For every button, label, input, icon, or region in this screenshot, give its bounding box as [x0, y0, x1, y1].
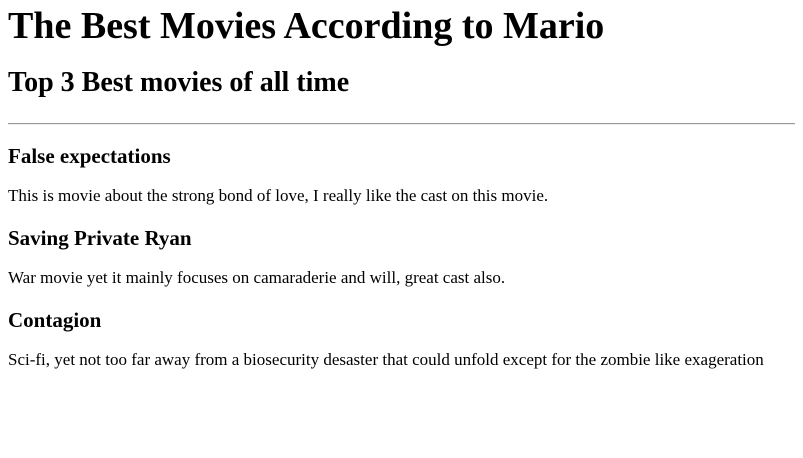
page-content: The Best Movies According to Mario Top 3… — [0, 0, 803, 371]
movie-entry-saving-private-ryan: Saving Private Ryan War movie yet it mai… — [8, 225, 795, 289]
movie-entry-contagion: Contagion Sci-fi, yet not too far away f… — [8, 307, 795, 371]
movie-title: Saving Private Ryan — [8, 226, 192, 250]
page-subtitle: Top 3 Best movies of all time — [8, 67, 350, 98]
movie-title: False expectations — [8, 144, 171, 168]
movie-description: Sci-fi, yet not too far away from a bios… — [8, 350, 764, 369]
movie-description: This is movie about the strong bond of l… — [8, 186, 549, 205]
divider — [8, 123, 795, 125]
page-title: The Best Movies According to Mario — [8, 5, 605, 47]
movie-title: Contagion — [8, 308, 102, 332]
movie-entry-false-expectations: False expectations This is movie about t… — [8, 143, 795, 207]
movie-description: War movie yet it mainly focuses on camar… — [8, 268, 506, 287]
